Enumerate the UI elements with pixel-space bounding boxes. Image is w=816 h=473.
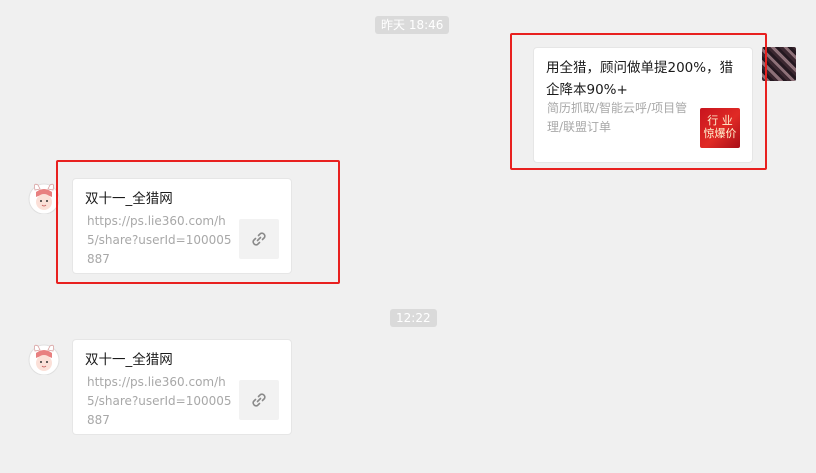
timestamp: 12:22 (390, 309, 437, 327)
card-title: 双十一_全猎网 (85, 352, 173, 368)
self-avatar[interactable] (762, 47, 796, 81)
highlight-box (510, 33, 767, 170)
chat-window: 昨天 18:46 用全猎，顾问做单提200%，猎企降本90%+ 简历抓取/智能云… (0, 0, 816, 473)
contact-avatar-icon[interactable] (27, 341, 61, 375)
incoming-link-card[interactable]: 双十一_全猎网 https://ps.lie360.com/h5/share?u… (72, 339, 292, 435)
highlight-box (56, 160, 340, 284)
card-url: https://ps.lie360.com/h5/share?userId=10… (87, 375, 232, 427)
link-icon (252, 393, 266, 407)
timestamp: 昨天 18:46 (375, 16, 450, 34)
link-thumbnail (239, 380, 279, 420)
